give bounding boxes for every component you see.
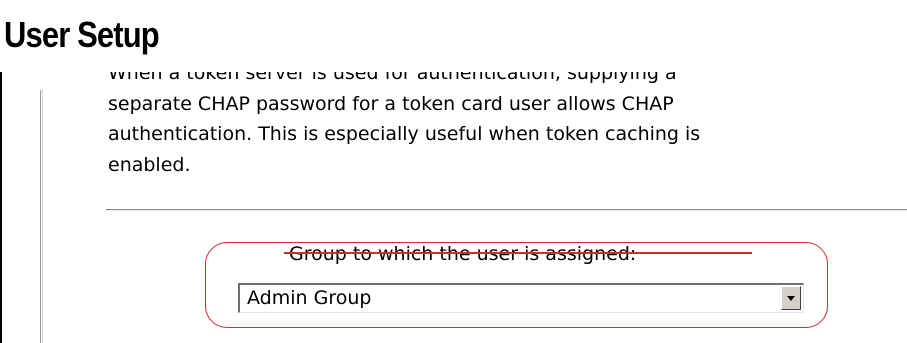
help-text-line: enabled. — [108, 153, 191, 176]
chevron-down-icon — [787, 296, 795, 301]
section-divider — [106, 209, 907, 211]
help-text-line: separate CHAP password for a token card … — [108, 92, 674, 115]
help-text-line: authentication. This is especially usefu… — [108, 123, 701, 145]
dropdown-button[interactable] — [781, 286, 801, 310]
help-text-line: When a token server is used for authenti… — [108, 72, 677, 84]
content-border — [40, 90, 43, 343]
help-text: When a token server is used for authenti… — [108, 72, 907, 198]
annotation-strike-line — [284, 252, 752, 254]
frame-border — [0, 72, 2, 343]
group-select-value: Admin Group — [247, 287, 372, 309]
page-title: User Setup — [4, 14, 160, 55]
user-setup-page: User Setup When a token server is used f… — [0, 0, 907, 343]
group-field-label: Group to which the user is assigned: — [289, 243, 637, 265]
group-select[interactable]: Admin Group — [238, 283, 804, 313]
